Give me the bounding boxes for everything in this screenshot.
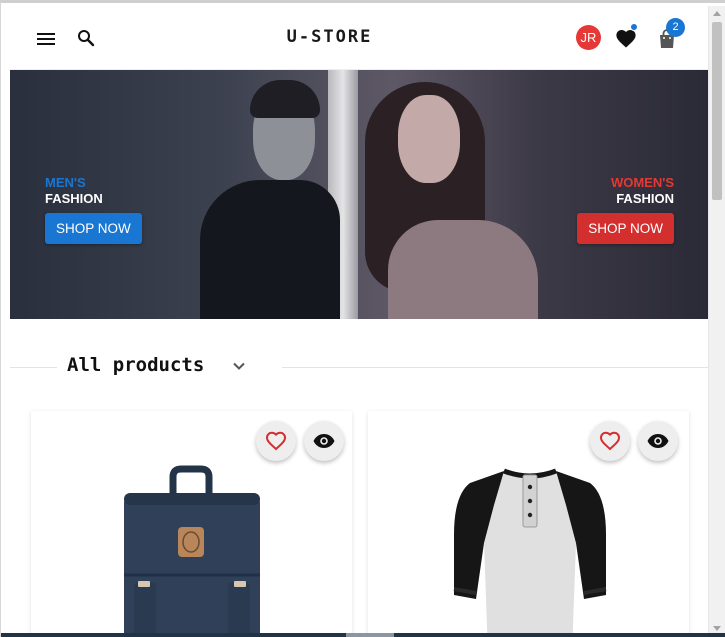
womens-fashion-promo: WOMEN'S FASHION SHOP NOW [577, 175, 674, 244]
browser-window: U-STORE JR 2 MEN'S FASHION SHOP NOW WOME… [0, 0, 725, 637]
scroll-up-icon[interactable] [713, 11, 721, 16]
all-products-title[interactable]: All products [67, 354, 204, 376]
heart-outline-icon [599, 431, 621, 451]
womens-fashion-title: FASHION [616, 191, 674, 206]
scroll-down-icon[interactable] [713, 626, 721, 631]
quick-view-button[interactable] [304, 421, 344, 461]
shop-womens-button[interactable]: SHOP NOW [577, 213, 674, 244]
vertical-scrollbar[interactable] [708, 6, 725, 636]
heart-outline-icon [265, 431, 287, 451]
shop-mens-button[interactable]: SHOP NOW [45, 213, 142, 244]
hero-man-hair [250, 80, 320, 118]
hero-woman-figure [388, 220, 538, 319]
eye-icon [647, 434, 669, 448]
user-avatar[interactable]: JR [576, 25, 601, 50]
section-divider-left [10, 367, 57, 368]
store-logo-text[interactable]: U-STORE [10, 27, 649, 47]
section-divider-right [282, 367, 709, 368]
top-app-bar: U-STORE JR 2 [10, 6, 709, 70]
mens-fashion-title: FASHION [45, 191, 103, 206]
add-to-wishlist-button[interactable] [256, 421, 296, 461]
backpack-product-image[interactable] [116, 465, 266, 637]
quick-view-button[interactable] [638, 421, 678, 461]
cart-count-badge: 2 [666, 18, 685, 37]
wishlist-notification-dot [630, 23, 638, 31]
eye-icon [313, 434, 335, 448]
raglan-shirt-product-image[interactable] [450, 465, 610, 637]
hero-man-figure [200, 180, 340, 319]
mens-label: MEN'S [45, 175, 86, 190]
hero-woman-face [398, 95, 460, 183]
scrollbar-thumb[interactable] [712, 22, 722, 200]
hero-banner: MEN'S FASHION SHOP NOW WOMEN'S FASHION S… [10, 70, 709, 319]
taskbar-edge [1, 633, 725, 637]
mens-fashion-promo: MEN'S FASHION SHOP NOW [45, 175, 142, 244]
product-card[interactable] [31, 411, 352, 637]
chevron-down-icon[interactable] [232, 359, 246, 373]
womens-label: WOMEN'S [610, 175, 674, 190]
page-viewport: U-STORE JR 2 MEN'S FASHION SHOP NOW WOME… [10, 6, 709, 637]
product-card[interactable] [368, 411, 689, 637]
add-to-wishlist-button[interactable] [590, 421, 630, 461]
